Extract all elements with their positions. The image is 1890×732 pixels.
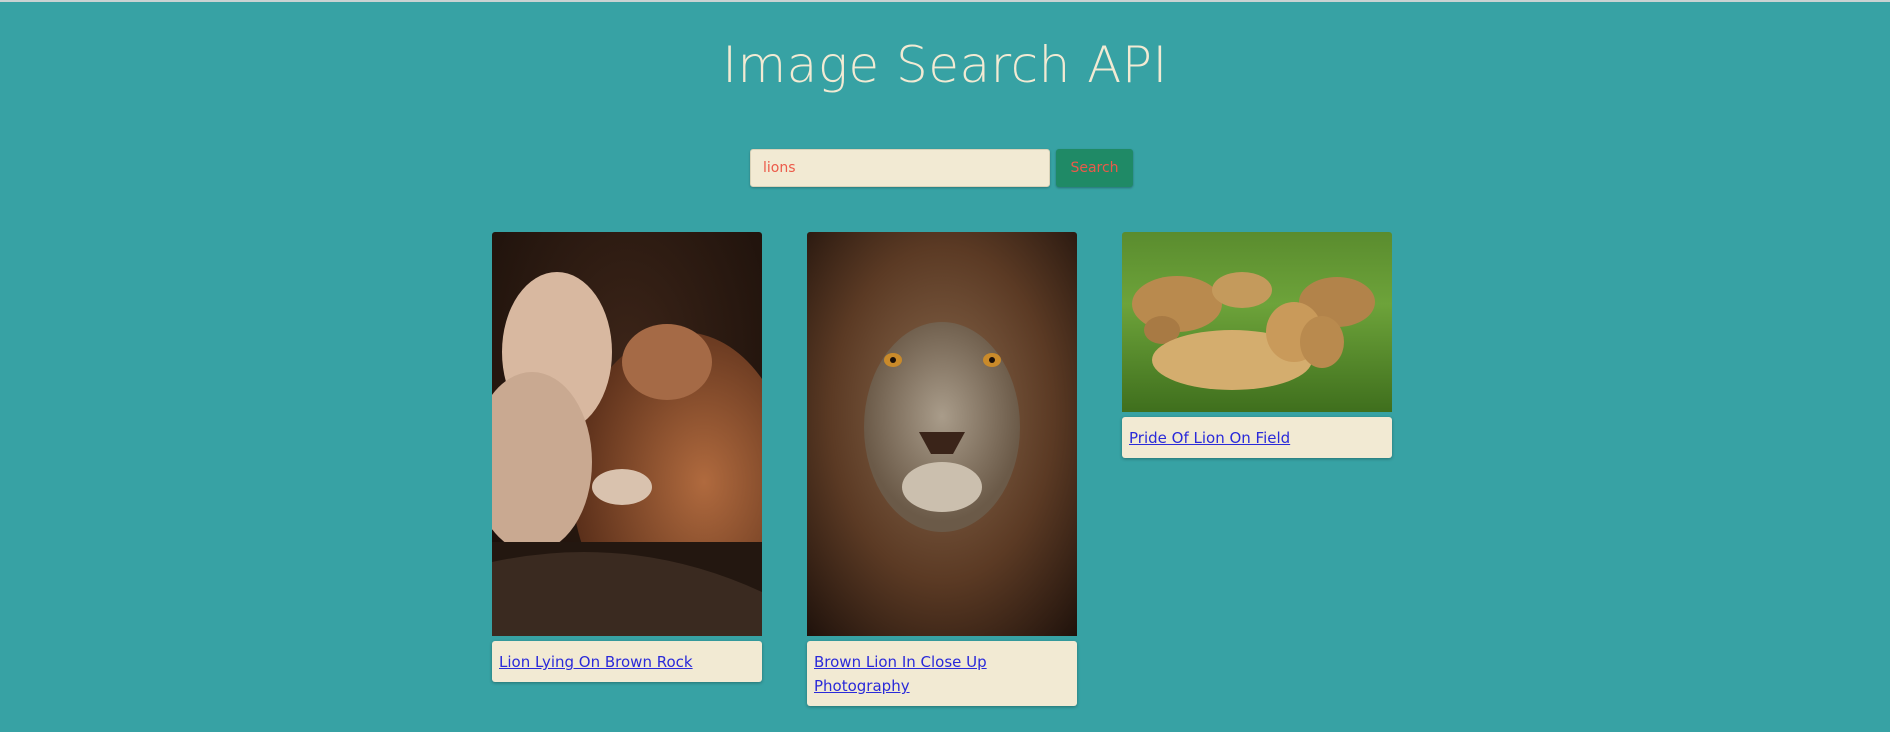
result-card: Lion Lying On Brown Rock: [492, 232, 762, 682]
result-caption: Brown Lion In Close Up Photography: [807, 641, 1077, 706]
search-form: Search: [750, 149, 1133, 187]
result-image-lion-face[interactable]: [807, 232, 1077, 636]
result-link[interactable]: Pride Of Lion On Field: [1129, 429, 1290, 447]
top-border: [0, 0, 1890, 2]
search-input[interactable]: [750, 149, 1050, 187]
result-caption: Pride Of Lion On Field: [1122, 417, 1392, 458]
result-link[interactable]: Lion Lying On Brown Rock: [499, 653, 693, 671]
result-link[interactable]: Brown Lion In Close Up Photography: [814, 653, 987, 695]
result-image-lion-pride[interactable]: [1122, 232, 1392, 412]
result-image-lion-and-lioness[interactable]: [492, 232, 762, 636]
page-title: Image Search API: [722, 36, 1168, 94]
result-card: Pride Of Lion On Field: [1122, 232, 1392, 458]
result-caption: Lion Lying On Brown Rock: [492, 641, 762, 682]
result-card: Brown Lion In Close Up Photography: [807, 232, 1077, 706]
search-button[interactable]: Search: [1056, 149, 1133, 187]
